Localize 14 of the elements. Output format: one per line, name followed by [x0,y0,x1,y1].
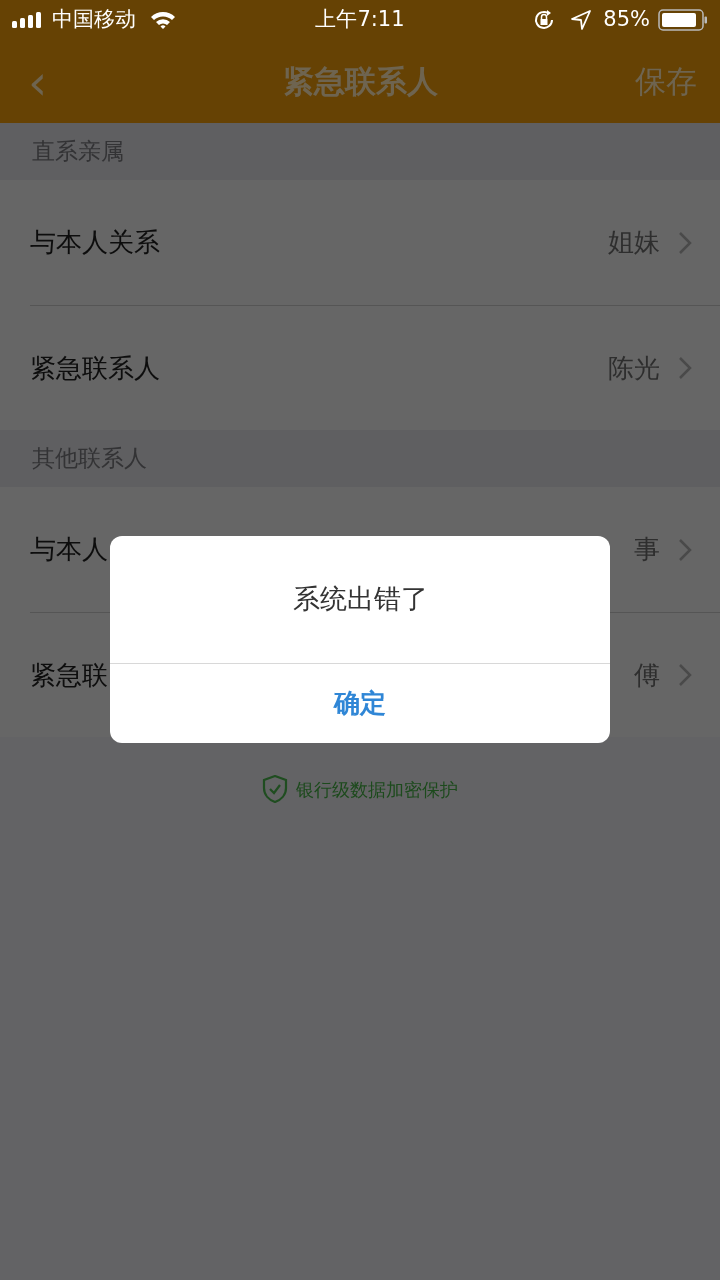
row-label: 与本人 [30,533,108,566]
alert-message: 系统出错了 [292,582,428,617]
row-value: 傅 [634,658,660,692]
row-value: 姐妹 [608,226,660,259]
row-label: 与本人关系 [30,226,160,259]
page-title: 紧急联系人 [282,62,438,102]
battery-percent: 85% [603,6,650,34]
row-label: 紧急联 [30,658,108,692]
status-time: 上午7:11 [315,6,405,34]
carrier-name: 中国移动 [52,6,136,34]
row-label: 紧急联系人 [30,351,160,385]
row-value: 事 [634,533,660,566]
security-note: 银行级数据加密保护 [296,777,458,802]
row-value: 陈光 [608,351,660,385]
